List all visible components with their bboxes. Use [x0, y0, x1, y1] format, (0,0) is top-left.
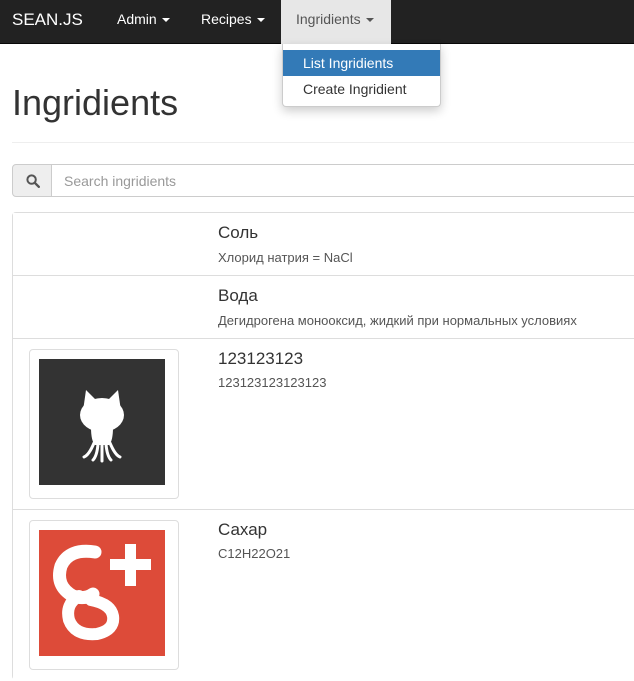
nav-recipes[interactable]: Recipes: [186, 0, 280, 44]
ingridient-thumbnail: [29, 520, 179, 670]
caret-down-icon: [161, 18, 170, 23]
list-item[interactable]: Сахар C12H22O21: [13, 510, 634, 681]
search-icon: [26, 174, 40, 188]
list-item[interactable]: 123123123 123123123123123: [13, 339, 634, 510]
ingridients-list: Соль Хлорид натрия = NaCl Вода Дегидроге…: [12, 212, 634, 681]
brand-link[interactable]: SEAN.JS: [12, 0, 83, 44]
ingridients-dropdown-menu: List Ingridients Create Ingridient: [282, 44, 441, 107]
nav-ingridients[interactable]: Ingridients: [281, 0, 391, 44]
ingridient-description: 123123123123123: [218, 375, 327, 390]
ingridient-description: C12H22O21: [218, 546, 291, 561]
nav-recipes-label: Recipes: [201, 11, 252, 27]
header-divider: [12, 142, 634, 143]
ingridient-description: Хлорид натрия = NaCl: [218, 250, 353, 265]
page-title: Ingridients: [12, 82, 179, 123]
search-addon: [12, 164, 52, 197]
caret-down-icon: [256, 18, 265, 23]
ingridient-name: Вода: [218, 286, 258, 305]
nav-admin[interactable]: Admin: [102, 0, 185, 44]
nav-ingridients-label: Ingridients: [296, 11, 361, 27]
list-item[interactable]: Вода Дегидрогена монооксид, жидкий при н…: [13, 276, 634, 339]
caret-down-icon: [365, 18, 374, 23]
ingridient-name: Соль: [218, 223, 259, 242]
ingridient-name: Сахар: [218, 520, 268, 539]
search-input[interactable]: [51, 164, 634, 197]
google-plus-icon: [39, 530, 165, 656]
top-navbar: SEAN.JS Admin Recipes Ingridients: [0, 0, 634, 44]
ingridient-thumbnail: [29, 349, 179, 499]
ingridient-description: Дегидрогена монооксид, жидкий при нормал…: [218, 313, 577, 328]
nav-admin-label: Admin: [117, 11, 157, 27]
github-octocat-icon: [39, 359, 165, 485]
menu-item-list-ingridients[interactable]: List Ingridients: [283, 50, 440, 76]
menu-item-create-ingridient[interactable]: Create Ingridient: [283, 76, 440, 102]
list-item[interactable]: Соль Хлорид натрия = NaCl: [13, 213, 634, 276]
ingridient-name: 123123123: [218, 349, 304, 368]
